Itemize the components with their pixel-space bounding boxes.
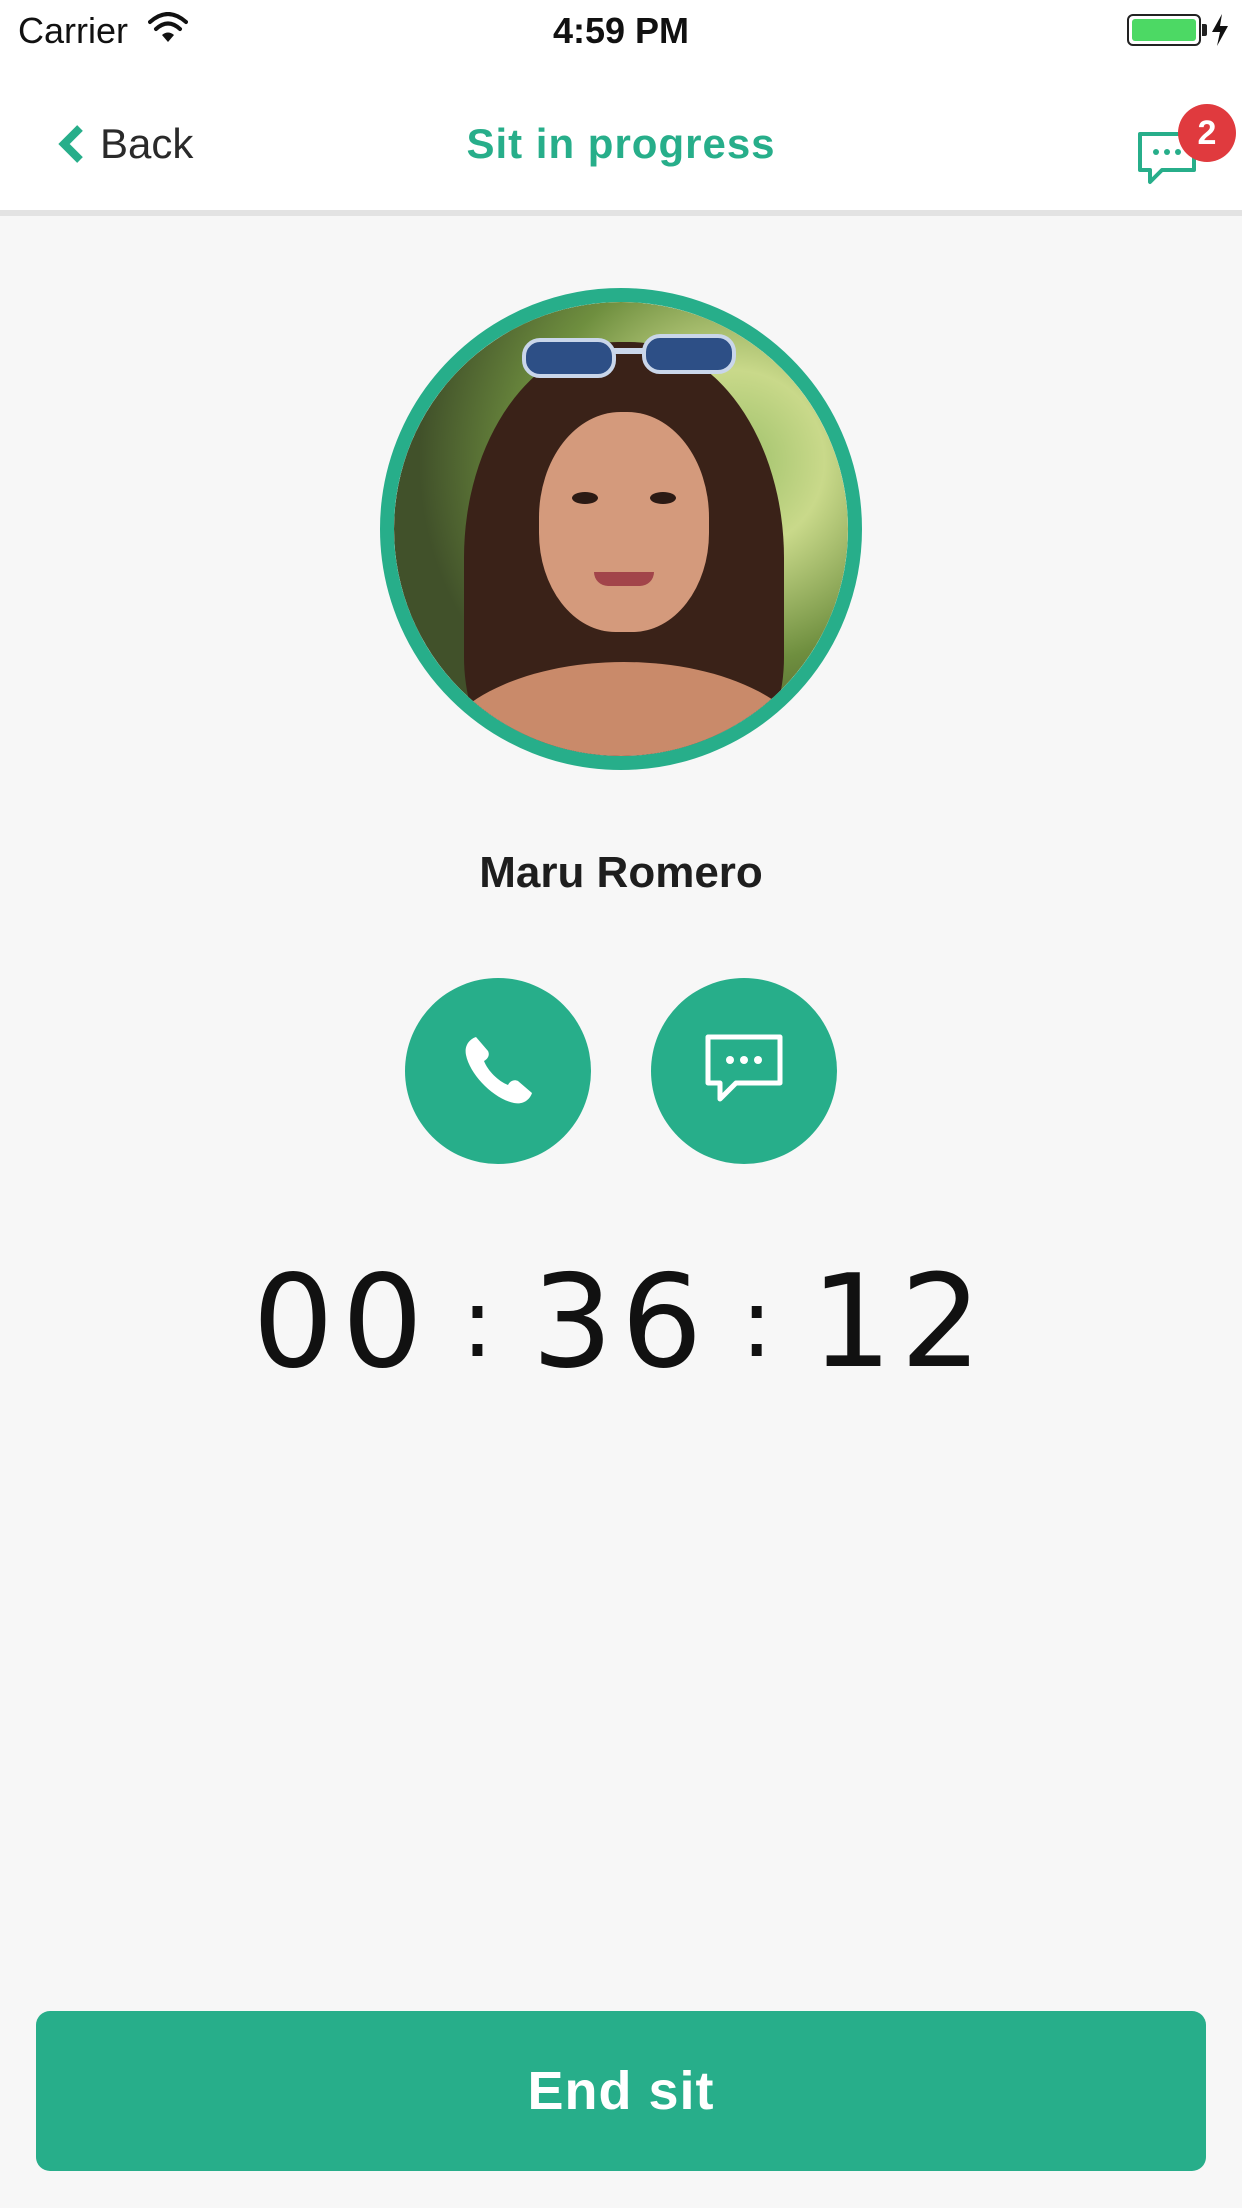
battery-tip — [1202, 24, 1207, 36]
battery-icon — [1127, 14, 1201, 46]
navigation-bar: Back Sit in progress 2 — [0, 62, 1242, 216]
timer-seconds: 12 — [810, 1248, 990, 1397]
call-button[interactable] — [405, 978, 591, 1164]
sit-timer: 00:36:12 — [0, 1248, 1242, 1397]
phone-icon — [465, 1037, 532, 1104]
person-name: Maru Romero — [479, 848, 763, 897]
message-button[interactable] — [651, 978, 837, 1164]
chat-bubble-icon — [705, 1034, 783, 1102]
unread-badge: 2 — [1178, 104, 1236, 162]
status-time: 4:59 PM — [552, 10, 690, 51]
status-bar: Carrier 4:59 PM — [0, 0, 1242, 62]
avatar — [380, 288, 862, 770]
timer-minutes: 36 — [531, 1248, 711, 1397]
sunglasses-icon — [522, 334, 736, 378]
charging-bolt-icon — [1212, 14, 1228, 46]
timer-separator: : — [740, 1267, 781, 1379]
timer-hours: 00 — [252, 1248, 432, 1397]
avatar-photo — [394, 302, 848, 756]
page-title: Sit in progress — [466, 120, 776, 167]
end-sit-button[interactable]: End sit — [36, 2011, 1206, 2171]
timer-separator: : — [461, 1267, 502, 1379]
messages-button[interactable]: 2 — [1136, 98, 1236, 198]
